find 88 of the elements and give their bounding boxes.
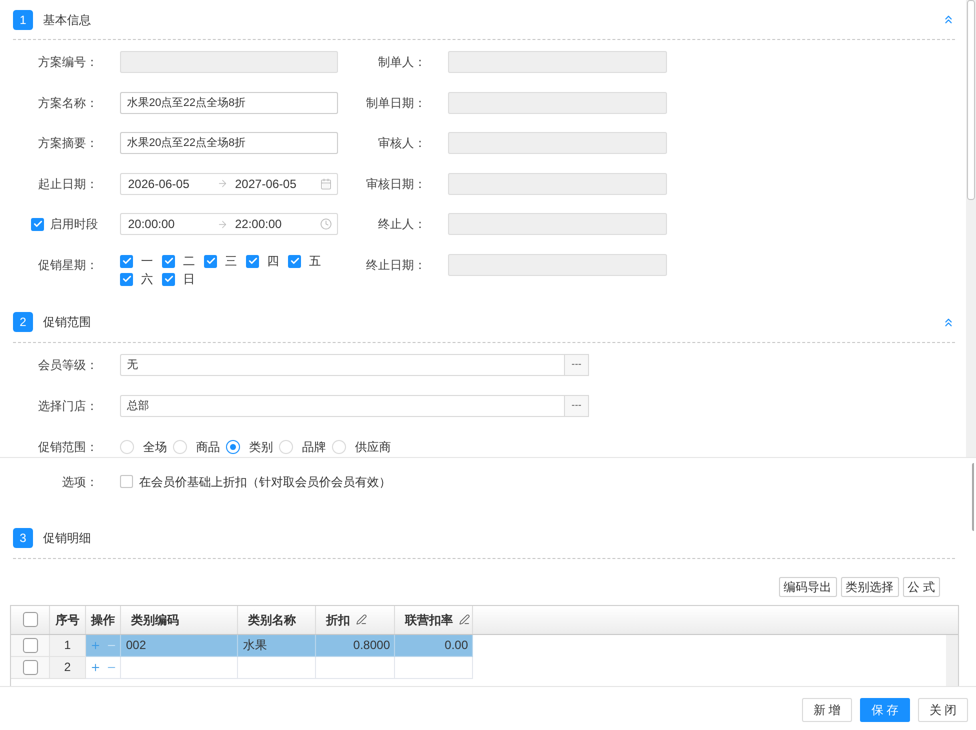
- toolbar-button[interactable]: 类别选择: [840, 576, 899, 596]
- checkbox[interactable]: [120, 475, 133, 488]
- checkbox[interactable]: [162, 272, 175, 286]
- radio-button[interactable]: [226, 440, 240, 454]
- checkbox[interactable]: [22, 660, 38, 674]
- row-number: 1: [64, 637, 71, 654]
- field-label: 选择门店：: [38, 398, 98, 415]
- field-label: 促销范围：: [38, 438, 98, 456]
- checkbox[interactable]: [120, 254, 133, 268]
- field-label: 终止人：: [378, 216, 426, 234]
- weekday-label[interactable]: 三: [225, 252, 237, 270]
- checkbox[interactable]: [31, 218, 44, 231]
- field-label: 制单人：: [378, 54, 426, 72]
- checkbox[interactable]: [246, 254, 259, 268]
- weekday-label[interactable]: 四: [267, 252, 279, 270]
- checkbox-label[interactable]: 启用时段: [50, 215, 98, 234]
- section-number: 2: [13, 312, 33, 332]
- section-number: 1: [13, 10, 33, 30]
- table-row[interactable]: 2: [11, 656, 473, 678]
- checkbox[interactable]: [120, 272, 133, 286]
- radio-label[interactable]: 品牌: [302, 438, 326, 456]
- table-cell-text: 0.00: [444, 637, 468, 654]
- check-icon: [32, 219, 42, 230]
- checkbox[interactable]: [288, 254, 301, 268]
- calendar-icon[interactable]: [320, 178, 332, 190]
- table-cell-text: 水果: [243, 637, 267, 654]
- column-header: 类别名称: [248, 612, 296, 628]
- field-label: 促销星期：: [38, 257, 98, 274]
- column-header: 折扣: [326, 612, 350, 628]
- arrow-right-icon: [217, 178, 228, 190]
- footer-button[interactable]: 新 增: [802, 698, 852, 722]
- clock-icon[interactable]: [320, 218, 332, 230]
- field-label: 审核日期：: [366, 176, 426, 193]
- column-header: 联营扣率: [405, 612, 453, 628]
- column-header: 序号: [56, 612, 80, 628]
- column-header: 操作: [91, 612, 115, 628]
- field-label: 制单日期：: [366, 94, 426, 112]
- field-label: 方案编号：: [38, 54, 98, 72]
- check-icon: [290, 256, 300, 266]
- plus-icon[interactable]: [90, 662, 100, 672]
- text-field[interactable]: 总部: [120, 395, 565, 417]
- radio-label[interactable]: 商品: [196, 438, 220, 456]
- checkbox[interactable]: [22, 638, 38, 652]
- check-icon: [206, 256, 216, 266]
- scrollbar-thumb[interactable]: [967, 0, 975, 200]
- more-button[interactable]: ---: [565, 395, 589, 417]
- field-label: 终止日期：: [366, 257, 426, 274]
- checkbox[interactable]: [22, 612, 38, 627]
- section-title: 促销范围: [43, 314, 91, 331]
- radio-label[interactable]: 供应商: [355, 438, 391, 456]
- table-cell-text: 0.8000: [353, 637, 390, 654]
- date-range-field[interactable]: 2026-06-05 2027-06-05: [120, 172, 338, 195]
- scrollbar-thumb[interactable]: [972, 462, 975, 530]
- section-title: 促销明细: [43, 530, 91, 547]
- field-label: 选项：: [62, 474, 98, 490]
- weekday-label[interactable]: 二: [183, 252, 195, 270]
- collapse-icon[interactable]: [942, 13, 955, 26]
- field-label: 方案摘要：: [38, 135, 98, 152]
- radio-label[interactable]: 全场: [143, 438, 167, 456]
- weekday-label[interactable]: 五: [309, 252, 321, 270]
- column-header: 类别编码: [131, 612, 179, 628]
- weekday-label[interactable]: 一: [141, 252, 153, 270]
- toolbar-button[interactable]: 公 式: [902, 576, 940, 596]
- checkbox-label[interactable]: 在会员价基础上折扣（针对取会员价会员有效）: [139, 472, 391, 490]
- table-cell-text: 002: [126, 637, 146, 654]
- section-number: 3: [13, 528, 33, 548]
- arrow-right-icon: [217, 218, 228, 230]
- check-icon: [248, 256, 258, 266]
- text-field[interactable]: 水果20点至22点全场8折: [120, 132, 338, 154]
- more-button[interactable]: ---: [565, 354, 589, 376]
- field-label: 审核人：: [378, 135, 426, 152]
- checkbox[interactable]: [162, 254, 175, 268]
- plus-icon[interactable]: [90, 640, 100, 650]
- footer-button[interactable]: 关 闭: [918, 698, 968, 722]
- row-number: 2: [64, 659, 71, 676]
- text-field[interactable]: 无: [120, 354, 565, 376]
- weekday-label[interactable]: 日: [183, 270, 195, 288]
- field-label: 方案名称：: [38, 94, 98, 112]
- checkbox[interactable]: [204, 254, 217, 268]
- time-range-field[interactable]: 20:00:00 22:00:00: [120, 213, 338, 236]
- table-row[interactable]: 1 002 水果 0.8000 0.00: [11, 634, 473, 656]
- section-title: 基本信息: [43, 12, 91, 28]
- toolbar-button[interactable]: 编码导出: [778, 576, 837, 596]
- field-label: 起止日期：: [38, 176, 98, 193]
- radio-label[interactable]: 类别: [249, 438, 273, 456]
- weekday-label[interactable]: 六: [141, 270, 153, 288]
- field-label: 会员等级：: [38, 357, 98, 374]
- text-field[interactable]: 水果20点至22点全场8折: [120, 92, 338, 114]
